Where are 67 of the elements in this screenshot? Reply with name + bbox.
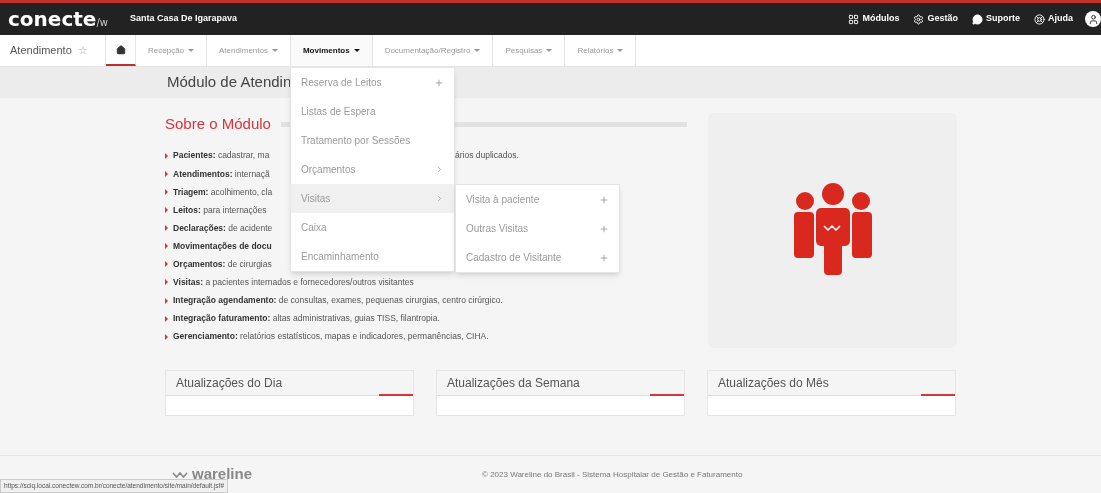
top-link[interactable]: Ajuda: [1034, 12, 1073, 26]
user-avatar[interactable]: [1085, 11, 1101, 27]
feature-text: Gerenciamento: relatórios estatísticos, mapas e indicadores, permanências, CIHA.: [173, 331, 489, 342]
copyright-text: © 2023 Wareline do Brasil - Sistema Hospitalar de Gestão e Faturamento: [482, 468, 743, 481]
feature-text: ários duplicados.: [455, 149, 519, 163]
top-link[interactable]: Gestão: [913, 12, 958, 26]
grid-icon: [848, 13, 860, 25]
caret-icon: [617, 49, 624, 52]
bullet-icon: [165, 243, 168, 250]
plus-icon: [599, 223, 609, 234]
feature-text: Movimentações de docu: [173, 240, 272, 251]
menu-item[interactable]: Listas de Espera: [291, 97, 454, 126]
settings-icon: [913, 13, 925, 25]
feature-text: Leitos: para internações: [173, 204, 267, 215]
help-icon: [1034, 13, 1045, 25]
bullet-icon: [165, 170, 168, 177]
top-link[interactable]: Suporte: [971, 12, 1020, 26]
feature-text: Declarações: de acidente: [173, 222, 273, 233]
bullet-icon: [165, 225, 168, 232]
bullet-icon: [165, 297, 168, 304]
menu-item[interactable]: Encaminhamento: [291, 242, 454, 271]
feature-text: Integração agendamento: de consultas, exames, pequenas cirurgias, centro cirúrgico.: [173, 295, 503, 306]
chat-bubble-icon: [971, 13, 983, 25]
top-link[interactable]: Módulos: [848, 12, 900, 26]
menu-item[interactable]: Cadastro de Visitante: [456, 243, 619, 272]
caret-icon: [353, 49, 360, 52]
menu-item[interactable]: Visita à paciente: [456, 185, 619, 214]
menu-item[interactable]: Outras Visitas: [456, 214, 619, 243]
panel-title: Atualizações do Dia: [176, 375, 283, 392]
caret-icon: [188, 49, 195, 52]
menu-item[interactable]: Caixa: [291, 213, 454, 242]
bullet-icon: [165, 152, 168, 159]
feature-text: Pacientes: cadastrar, ma: [173, 150, 270, 161]
caret-icon: [271, 49, 278, 52]
bullet-icon: [165, 261, 168, 268]
hospital-name: Santa Casa De Igarapava: [129, 12, 237, 26]
bullet-icon: [165, 333, 168, 340]
caret-icon: [474, 49, 481, 52]
plus-icon: [434, 77, 444, 88]
plus-icon: [599, 194, 609, 205]
home-icon: [115, 44, 126, 55]
menu-item[interactable]: Reserva de Leitos: [291, 68, 454, 97]
wave-icon: [172, 470, 188, 479]
bullet-icon: [165, 189, 168, 195]
module-name: Atendimento: [10, 43, 72, 59]
chevron-right-icon: [435, 165, 444, 174]
panel-title: Atualizações da Semana: [447, 375, 580, 392]
page-title: Módulo de Atendin: [167, 72, 292, 93]
feature-text: Triagem: acolhimento, cla: [173, 186, 273, 197]
nav-tab[interactable]: Movimentos: [290, 35, 373, 66]
bullet-icon: [165, 207, 168, 214]
menu-item[interactable]: Visitas: [291, 184, 454, 213]
plus-icon: [599, 252, 609, 263]
chevron-right-icon: [435, 194, 444, 203]
feature-text: Visitas: a pacientes internados e fornecedores/outros visitantes: [173, 277, 414, 288]
logo: conecte/w: [8, 9, 108, 29]
bullet-icon: [165, 279, 168, 286]
feature-text: Orçamentos: de cirurgias: [173, 259, 272, 269]
section-title: Sobre o Módulo: [165, 114, 271, 134]
panel-title: Atualizações do Mês: [718, 375, 829, 392]
feature-text: Atendimentos: internaçã: [173, 168, 270, 179]
bullet-icon: [165, 315, 168, 322]
star-icon[interactable]: ☆: [77, 42, 88, 59]
menu-item[interactable]: Tratamento por Sessões: [291, 126, 454, 155]
menu-item[interactable]: Orçamentos: [291, 155, 454, 184]
caret-icon: [546, 49, 553, 52]
feature-text: Integração faturamento: altas administrativas, guias TISS, filantropia.: [173, 313, 440, 324]
